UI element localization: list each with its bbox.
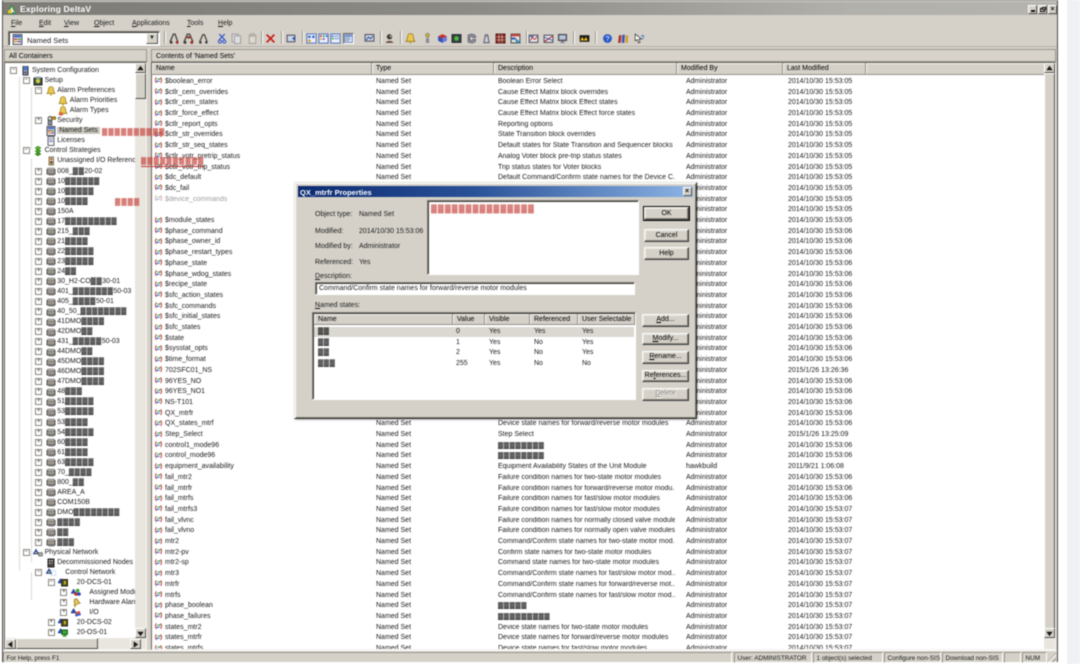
svg-text:?: ? xyxy=(606,35,610,43)
svg-text:?: ? xyxy=(641,35,644,42)
